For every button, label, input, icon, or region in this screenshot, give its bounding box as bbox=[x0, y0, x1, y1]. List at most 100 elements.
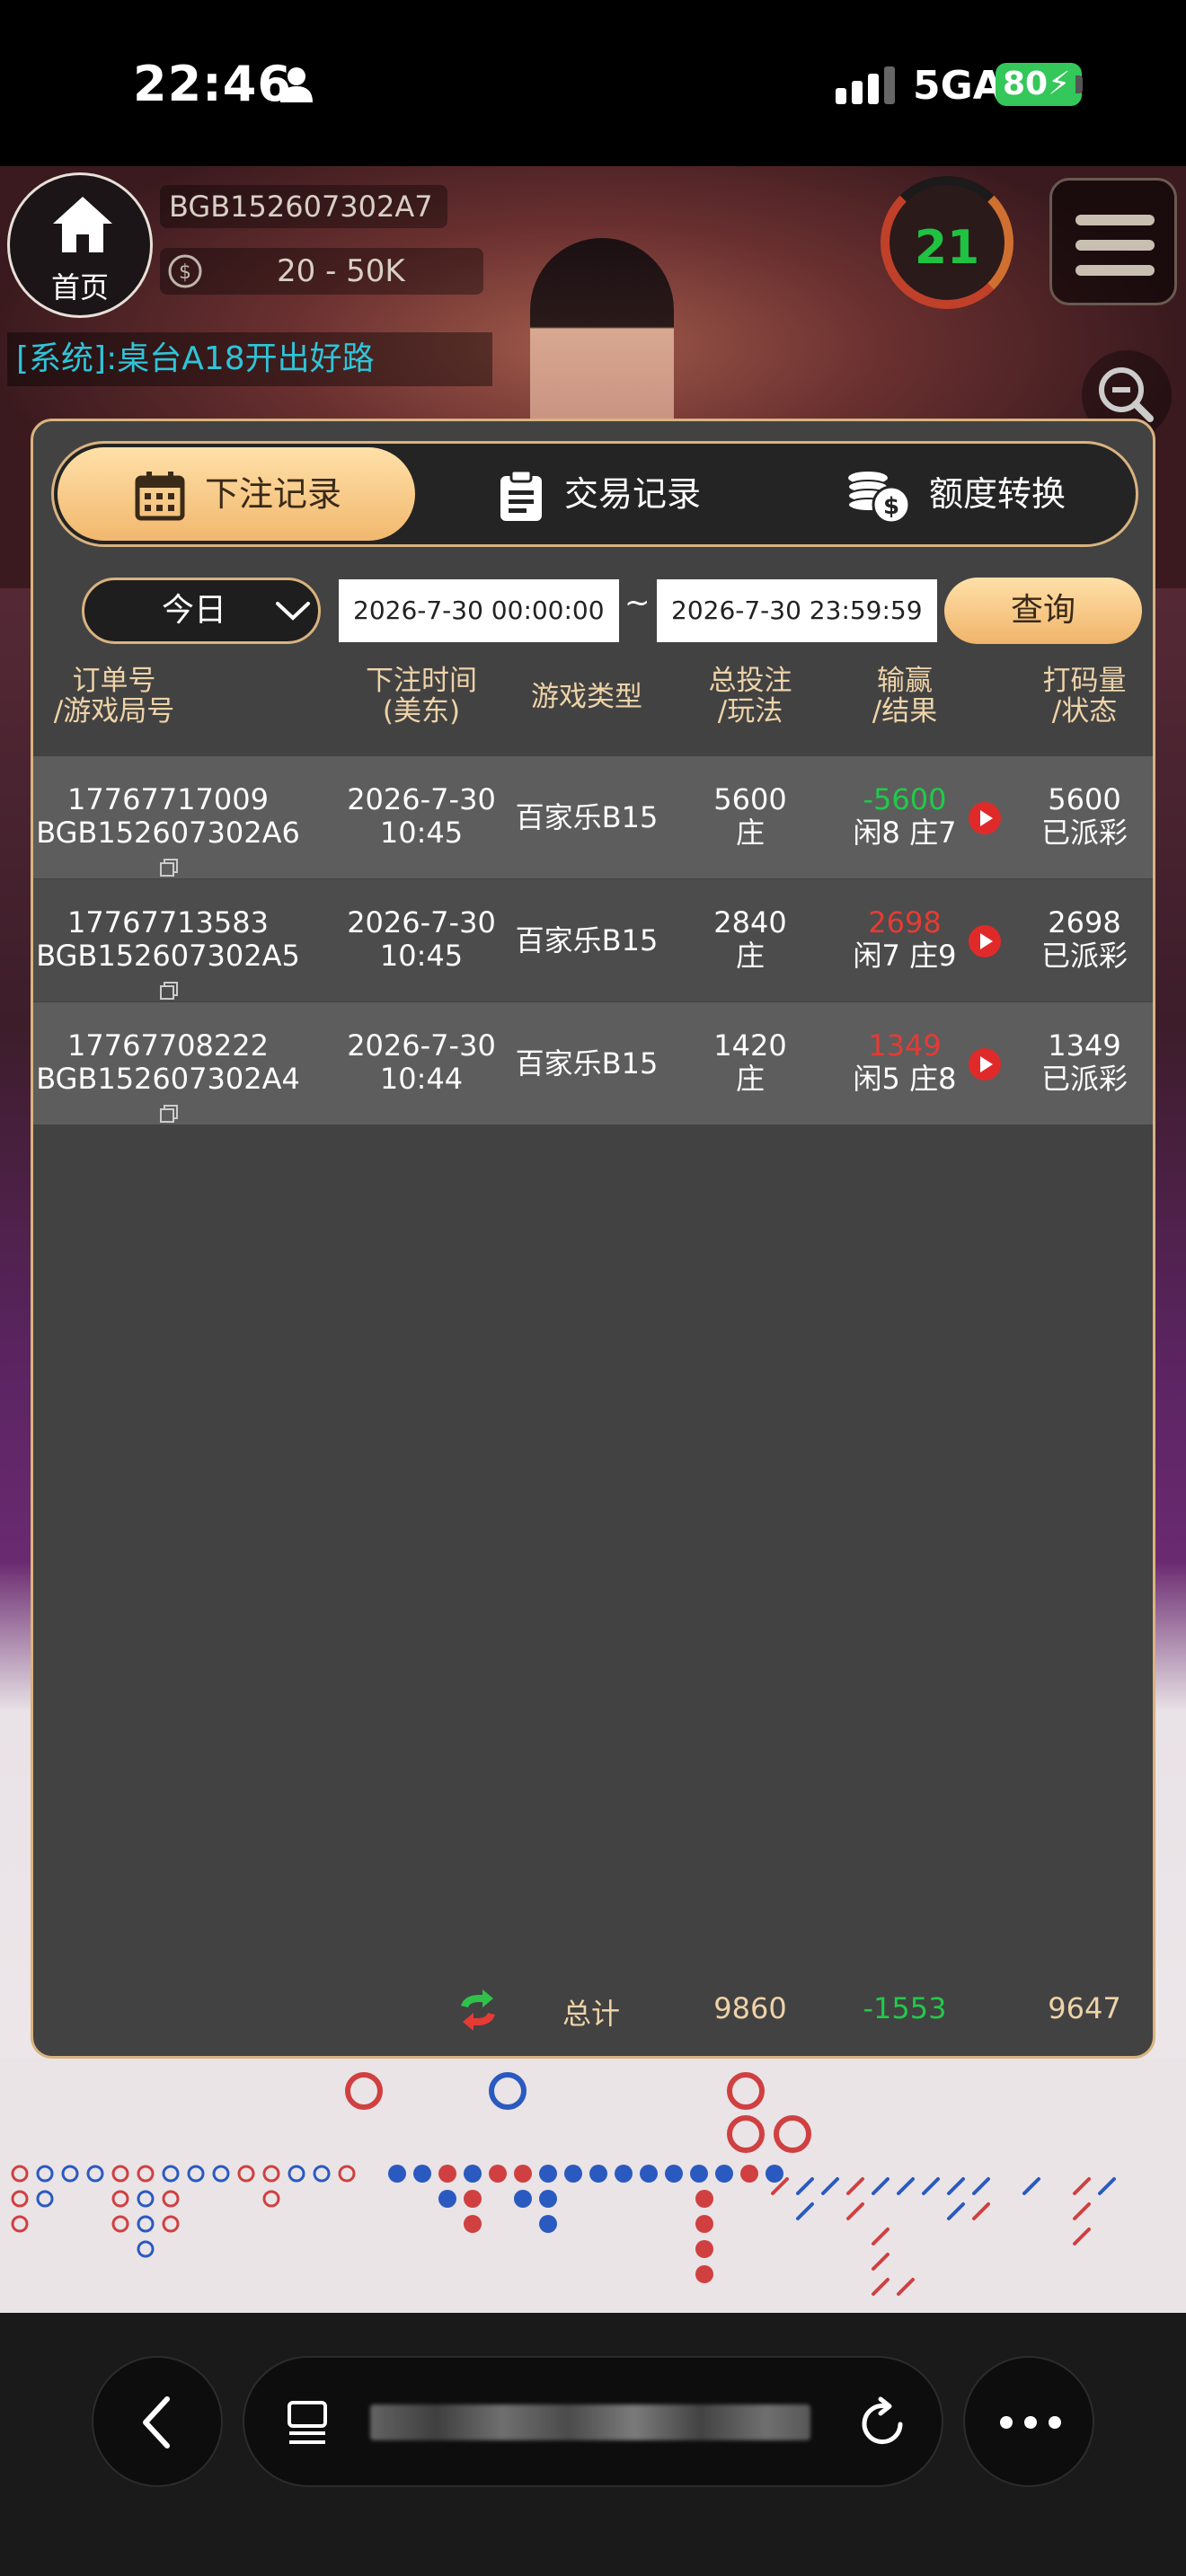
end-date-input[interactable]: 2026-7-30 23:59:59 bbox=[657, 579, 937, 642]
bet-cell: 5600 庄 bbox=[713, 782, 787, 850]
winloss-value: -5600 bbox=[863, 782, 947, 816]
totals-row: 总计 9860 -1553 9647 bbox=[33, 1979, 1153, 2042]
table-row: 17767708222 BGB152607302A4 2026-7-30 10:4… bbox=[33, 1002, 1153, 1125]
roadmap bbox=[0, 2057, 1186, 2313]
status-bar: 22:46 5GA 80⚡ bbox=[0, 0, 1186, 166]
turnover-cell: 5600 已派彩 bbox=[1040, 782, 1128, 850]
replay-play-icon[interactable] bbox=[968, 801, 1002, 835]
time-cell: 2026-7-30 10:44 bbox=[347, 1028, 496, 1096]
dealer-image bbox=[530, 238, 674, 436]
table-id: BGB152607302A7 bbox=[160, 185, 447, 228]
order-number: 17767717009 bbox=[67, 782, 269, 816]
replay-play-icon[interactable] bbox=[968, 1047, 1002, 1081]
total-label: 总计 bbox=[562, 1997, 620, 2031]
round-id: BGB152607302A6 bbox=[36, 816, 300, 850]
home-label: 首页 bbox=[50, 270, 109, 304]
countdown-value: 21 bbox=[914, 221, 980, 275]
tab-transaction-records[interactable]: 交易记录 bbox=[417, 447, 776, 541]
menu-button[interactable] bbox=[1049, 178, 1177, 305]
system-message: [系统]:桌台A18开出好路 bbox=[7, 332, 492, 386]
column-header-game: 游戏类型 bbox=[531, 681, 642, 713]
order-cell: 17767717009 BGB152607302A6 bbox=[33, 783, 303, 883]
coins-icon: $ bbox=[847, 472, 911, 525]
total-bet: 9860 bbox=[713, 1991, 787, 2025]
address-bar[interactable] bbox=[243, 2356, 943, 2487]
order-cell: 17767708222 BGB152607302A4 bbox=[33, 1029, 303, 1129]
game-cell: 百家乐B15 bbox=[515, 923, 659, 957]
game-cell: 百家乐B15 bbox=[515, 800, 659, 834]
order-number: 17767713583 bbox=[67, 905, 269, 940]
round-id: BGB152607302A5 bbox=[36, 939, 300, 973]
winloss-cell: 2698 闲7 庄9 bbox=[824, 906, 986, 973]
winloss-cell: 1349 闲5 庄8 bbox=[824, 1029, 986, 1096]
more-button[interactable] bbox=[963, 2356, 1094, 2487]
battery-level: 80 bbox=[1003, 66, 1049, 102]
tab-label: 下注记录 bbox=[205, 474, 342, 514]
blurred-url bbox=[370, 2404, 810, 2440]
refresh-icon[interactable] bbox=[456, 1988, 500, 2033]
roadmap-beads bbox=[11, 2072, 1116, 2296]
turnover-cell: 1349 已派彩 bbox=[1040, 1028, 1128, 1096]
table-row: 17767717009 BGB152607302A6 2026-7-30 10:4… bbox=[33, 756, 1153, 878]
tabs-icon bbox=[288, 2401, 327, 2444]
period-value: 今日 bbox=[162, 592, 227, 629]
column-header-order: 订单号/游戏局号 bbox=[53, 665, 175, 728]
query-button[interactable]: 查询 bbox=[944, 578, 1142, 644]
order-number: 17767708222 bbox=[67, 1028, 269, 1063]
person-icon bbox=[280, 67, 313, 102]
period-select[interactable]: 今日 bbox=[82, 578, 321, 644]
filter-bar: 今日 2026-7-30 00:00:00 ~ 2026-7-30 23:59:… bbox=[33, 574, 1153, 649]
turnover-cell: 2698 已派彩 bbox=[1040, 905, 1128, 973]
browser-toolbar bbox=[0, 2313, 1186, 2576]
copy-icon[interactable] bbox=[159, 1104, 179, 1124]
order-cell: 17767713583 BGB152607302A5 bbox=[33, 906, 303, 1006]
home-button[interactable]: 首页 bbox=[7, 172, 153, 318]
chevron-left-icon bbox=[143, 2396, 170, 2448]
copy-icon[interactable] bbox=[159, 981, 179, 1001]
column-header-time: 下注时间 (美东) bbox=[366, 665, 477, 728]
game-cell: 百家乐B15 bbox=[515, 1046, 659, 1081]
signal-icon bbox=[836, 66, 895, 104]
status-time: 22:46 bbox=[133, 56, 292, 112]
dollar-coin-icon: $ bbox=[168, 254, 202, 288]
bet-limit-value: 20 - 50K bbox=[277, 253, 405, 289]
chevron-down-icon bbox=[276, 602, 310, 621]
battery-tip bbox=[1075, 75, 1083, 93]
start-date-input[interactable]: 2026-7-30 00:00:00 bbox=[339, 579, 619, 642]
bet-cell: 2840 庄 bbox=[713, 905, 787, 973]
table-header: 订单号/游戏局号 下注时间 (美东) 游戏类型 总投注/玩法 输赢/结果 打码量 /… bbox=[33, 662, 1153, 752]
reload-icon[interactable] bbox=[859, 2395, 909, 2449]
bet-records-modal: 下注记录 交易记录 $ 额度转换 今日 2026-7-30 00:00:00 ~… bbox=[31, 419, 1155, 2059]
column-header-bet: 总投注/玩法 bbox=[708, 665, 792, 728]
battery-indicator: 80⚡ bbox=[996, 63, 1082, 106]
winloss-cell: -5600 闲8 庄7 bbox=[824, 783, 986, 850]
tab-label: 交易记录 bbox=[564, 474, 702, 514]
back-button[interactable] bbox=[92, 2356, 223, 2487]
time-cell: 2026-7-30 10:45 bbox=[347, 905, 496, 973]
time-cell: 2026-7-30 10:45 bbox=[347, 782, 496, 850]
winloss-value: 1349 bbox=[868, 1028, 942, 1063]
tab-label: 额度转换 bbox=[929, 474, 1067, 514]
home-icon bbox=[53, 197, 112, 252]
total-turnover: 9647 bbox=[1048, 1991, 1121, 2025]
network-type: 5GA bbox=[913, 63, 1004, 109]
total-winloss: -1553 bbox=[863, 1991, 947, 2025]
table-row: 17767713583 BGB152607302A5 2026-7-30 10:4… bbox=[33, 879, 1153, 1001]
calendar-icon bbox=[135, 472, 185, 521]
tab-balance-transfer[interactable]: $ 额度转换 bbox=[778, 447, 1136, 541]
countdown-timer: 21 bbox=[881, 176, 1013, 309]
tab-bet-records[interactable]: 下注记录 bbox=[58, 447, 415, 541]
winloss-value: 2698 bbox=[868, 905, 942, 940]
replay-play-icon[interactable] bbox=[968, 924, 1002, 958]
column-header-turnover: 打码量/状态 bbox=[1042, 665, 1127, 728]
date-separator: ~ bbox=[624, 585, 651, 621]
column-header-winloss: 输赢/结果 bbox=[872, 665, 938, 728]
record-tabs: 下注记录 交易记录 $ 额度转换 bbox=[51, 441, 1138, 547]
copy-icon[interactable] bbox=[159, 858, 179, 878]
bet-cell: 1420 庄 bbox=[713, 1028, 787, 1096]
round-id: BGB152607302A4 bbox=[36, 1062, 300, 1096]
clipboard-icon bbox=[500, 471, 542, 521]
svg-text:$: $ bbox=[883, 493, 899, 520]
more-dots-icon bbox=[1000, 2416, 1061, 2429]
svg-text:$: $ bbox=[179, 261, 191, 284]
